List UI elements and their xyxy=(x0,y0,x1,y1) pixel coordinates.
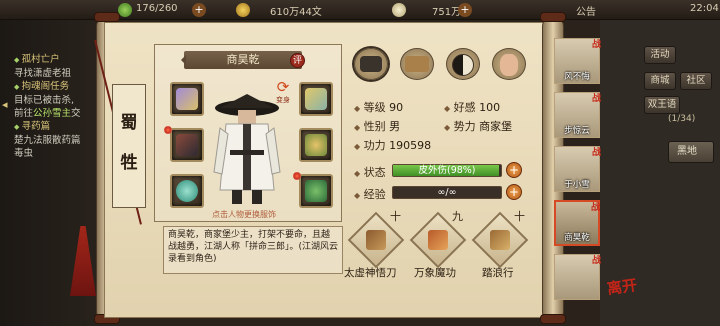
leave-seal-button[interactable]: 离开 xyxy=(606,274,639,299)
heal-button[interactable]: + xyxy=(506,162,522,178)
activity-button[interactable]: 活动 xyxy=(644,46,676,64)
change-outfit-hint: 点击人物更换服饰 xyxy=(212,210,276,219)
silver-icon xyxy=(392,3,406,17)
skill-name: 太虚神悟刀 xyxy=(344,267,397,279)
skill-level: 十 xyxy=(514,210,525,223)
character-bio: 商昊乾，商家堡少主，打架不要命，且越战越勇，江湖人称「拼命三郎」。(江湖风云录看… xyxy=(163,226,343,274)
equip-slot-armor[interactable] xyxy=(299,82,333,116)
skill-level: 十 xyxy=(390,210,401,223)
battle-tag: 战 xyxy=(591,40,601,50)
clan-banner: 蜀牲 xyxy=(112,84,146,208)
ranking-count: (1/34) xyxy=(668,114,696,124)
roller-cap xyxy=(540,314,566,324)
yinyang-icon xyxy=(452,54,474,76)
equip-slot-helmet[interactable] xyxy=(299,128,333,162)
roller-cap xyxy=(94,12,120,22)
map-button[interactable]: 黑地 xyxy=(668,141,714,163)
status-bar: 皮外伤(98%) xyxy=(392,164,502,177)
roster-name: 于小雪 xyxy=(564,180,590,190)
body-icon xyxy=(500,54,518,76)
gender-row: ◆ 性别 男 xyxy=(354,120,401,133)
exp-bar: ∞/∞ xyxy=(392,186,502,199)
battle-tag: 战 xyxy=(591,256,601,266)
notification-dot xyxy=(164,126,172,134)
equip-slot-weapon[interactable] xyxy=(170,82,204,116)
roster-portrait-selected[interactable]: 战 商昊乾 xyxy=(554,200,600,246)
favor-row: ◆ 好感 100 xyxy=(444,101,501,114)
equip-slot-amulet[interactable] xyxy=(299,174,333,208)
faction-row: ◆ 势力 商家堡 xyxy=(444,120,513,133)
battle-tag: 战 xyxy=(591,94,601,104)
collapse-arrow-icon[interactable]: ◂ xyxy=(2,98,8,111)
ranking-button[interactable]: 双王语 xyxy=(644,96,680,114)
level-row: ◆ 等级 90 xyxy=(354,101,404,114)
character-figure[interactable] xyxy=(212,94,282,206)
equip-slot-claw[interactable] xyxy=(170,128,204,162)
battle-tag: 战 xyxy=(591,148,601,158)
roster-portrait[interactable]: 战 于小雪 xyxy=(554,146,601,192)
skill-name: 踏浪行 xyxy=(482,267,514,279)
skill-level: 九 xyxy=(452,210,463,223)
roller-cap xyxy=(540,12,566,22)
add-silver-button[interactable]: + xyxy=(458,3,472,17)
notification-dot xyxy=(293,172,301,180)
copper-value: 610万44文 xyxy=(270,7,322,18)
stamina-icon xyxy=(118,3,132,17)
add-exp-button[interactable]: + xyxy=(506,184,522,200)
character-name: 商昊乾 xyxy=(181,51,305,69)
battle-tag: 战 xyxy=(590,203,600,213)
exp-bar-text: ∞/∞ xyxy=(437,187,457,198)
power-row: ◆ 功力 190598 xyxy=(354,139,432,152)
stamina-value: 176/260 xyxy=(136,3,178,14)
social-button[interactable]: 社区 xyxy=(680,72,712,90)
add-stamina-button[interactable]: + xyxy=(192,3,206,17)
shop-button[interactable]: 商城 xyxy=(644,72,676,90)
status-bar-text: 皮外伤(98%) xyxy=(418,165,476,176)
status-label: ◆ 状态 xyxy=(354,166,386,179)
silver-value: 751万 xyxy=(432,7,462,18)
clock: 22:04 xyxy=(690,3,719,14)
character-bust-icon xyxy=(360,56,382,72)
roster-name: 商昊乾 xyxy=(564,233,590,243)
announcement-button[interactable]: 公告 xyxy=(576,3,596,18)
roster-portrait[interactable]: 战 xyxy=(554,254,601,300)
equip-slot-bracelet[interactable] xyxy=(170,174,204,208)
exp-label: ◆ 经验 xyxy=(354,188,386,201)
roster-portrait[interactable]: 战 风不悔 xyxy=(554,38,601,84)
review-button[interactable]: 评 xyxy=(290,53,305,68)
clan-name: 蜀牲 xyxy=(120,113,138,173)
skill-name: 万象魔功 xyxy=(414,267,456,279)
copper-coin-icon xyxy=(236,3,250,17)
roster-portrait[interactable]: 战 步惊云 xyxy=(554,92,601,138)
roster-name: 风不悔 xyxy=(564,72,590,82)
roster-name: 步惊云 xyxy=(564,126,590,136)
chest-icon xyxy=(405,56,429,72)
